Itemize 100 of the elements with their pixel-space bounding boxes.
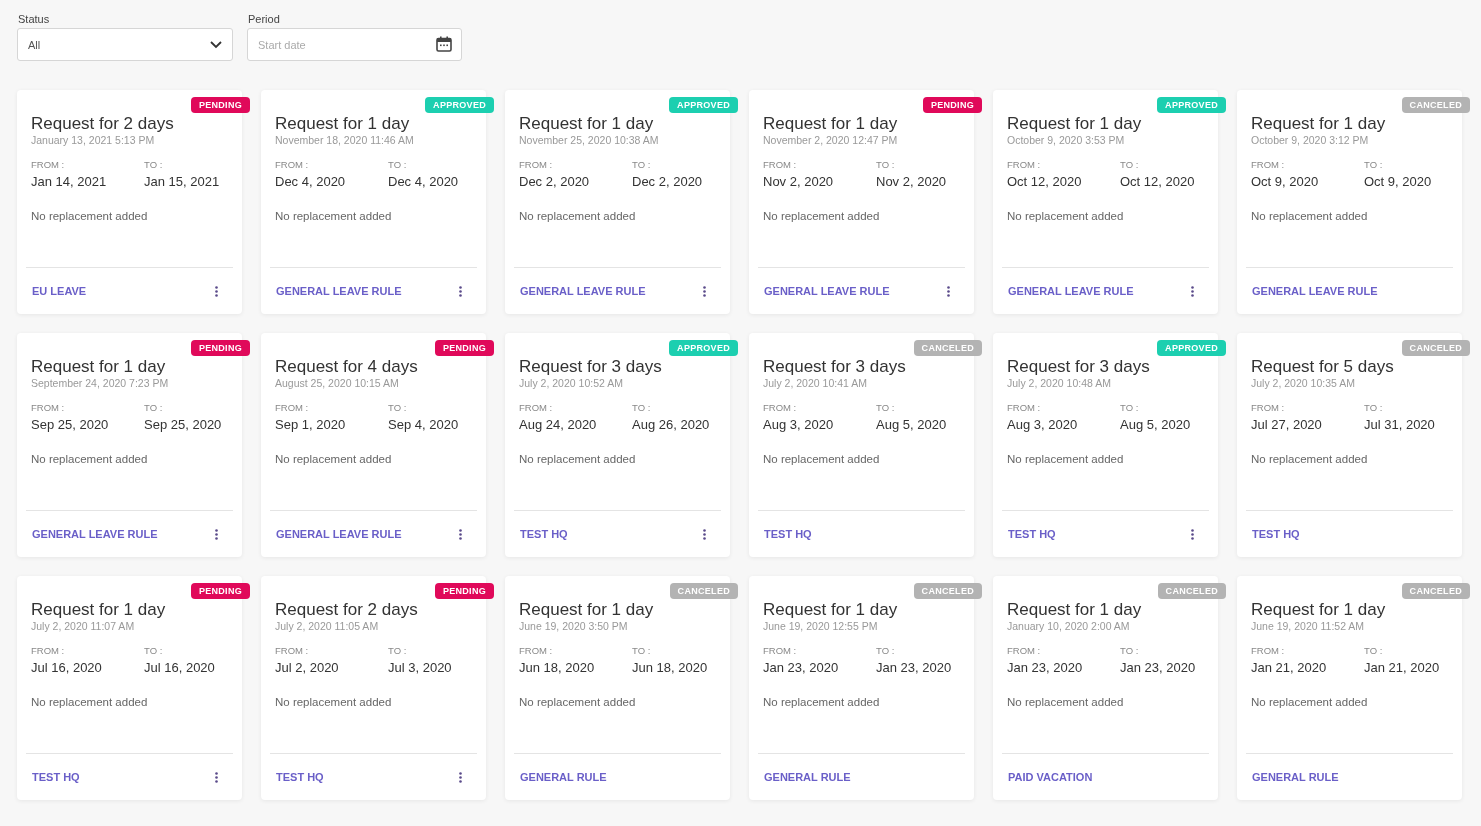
status-badge: APPROVED xyxy=(1157,97,1226,113)
more-options-icon[interactable] xyxy=(1191,528,1194,540)
request-title: Request for 2 days xyxy=(275,600,419,620)
more-options-icon[interactable] xyxy=(459,528,462,540)
leave-rule-link[interactable]: TEST HQ xyxy=(1008,528,1056,540)
more-options-icon[interactable] xyxy=(703,528,706,540)
status-badge: APPROVED xyxy=(425,97,494,113)
to-label: TO : xyxy=(1364,402,1384,413)
more-options-icon[interactable] xyxy=(1191,285,1194,297)
from-label: FROM : xyxy=(31,645,66,656)
more-options-icon[interactable] xyxy=(215,771,218,783)
from-date: Jan 23, 2020 xyxy=(763,660,840,675)
from-date: Sep 25, 2020 xyxy=(31,417,110,432)
from-label: FROM : xyxy=(763,645,798,656)
from-date: Jul 27, 2020 xyxy=(1251,417,1323,432)
to-label: TO : xyxy=(1364,645,1384,656)
created-date: November 2, 2020 12:47 PM xyxy=(763,134,899,146)
request-title: Request for 1 day xyxy=(31,357,167,377)
replacement-text: No replacement added xyxy=(275,210,393,222)
request-title: Request for 4 days xyxy=(275,357,419,377)
to-label: TO : xyxy=(388,645,408,656)
created-date: August 25, 2020 10:15 AM xyxy=(275,377,400,389)
request-title: Request for 1 day xyxy=(1007,114,1143,134)
replacement-text: No replacement added xyxy=(763,210,881,222)
chevron-down-icon xyxy=(210,40,222,49)
more-options-icon[interactable] xyxy=(947,285,950,297)
from-label: FROM : xyxy=(1007,159,1042,170)
from-label: FROM : xyxy=(275,402,310,413)
created-date: July 2, 2020 10:41 AM xyxy=(763,377,868,389)
start-date-field[interactable]: Start date xyxy=(247,28,462,61)
leave-rule-link[interactable]: TEST HQ xyxy=(1252,528,1300,540)
replacement-text: No replacement added xyxy=(275,453,393,465)
to-label: TO : xyxy=(876,402,896,413)
to-label: TO : xyxy=(1364,159,1384,170)
created-date: November 18, 2020 11:46 AM xyxy=(275,134,415,146)
request-title: Request for 1 day xyxy=(519,114,655,134)
from-date: Oct 12, 2020 xyxy=(1007,174,1083,189)
request-title: Request for 1 day xyxy=(519,600,655,620)
status-badge: APPROVED xyxy=(669,340,738,356)
more-options-icon[interactable] xyxy=(459,771,462,783)
from-date: Aug 3, 2020 xyxy=(1007,417,1079,432)
created-date: July 2, 2020 10:35 AM xyxy=(1251,377,1356,389)
created-date: November 25, 2020 10:38 AM xyxy=(519,134,660,146)
from-label: FROM : xyxy=(1007,645,1042,656)
from-label: FROM : xyxy=(1251,402,1286,413)
leave-rule-link[interactable]: GENERAL LEAVE RULE xyxy=(1008,285,1134,297)
to-label: TO : xyxy=(1120,645,1140,656)
from-label: FROM : xyxy=(1007,402,1042,413)
to-date: Aug 5, 2020 xyxy=(876,417,948,432)
calendar-icon[interactable] xyxy=(436,36,452,52)
leave-rule-link[interactable]: TEST HQ xyxy=(764,528,812,540)
leave-rule-link[interactable]: GENERAL LEAVE RULE xyxy=(276,528,402,540)
from-label: FROM : xyxy=(519,645,554,656)
status-dropdown[interactable]: All xyxy=(17,28,233,61)
more-options-icon[interactable] xyxy=(215,285,218,297)
created-date: October 9, 2020 3:12 PM xyxy=(1251,134,1370,146)
leave-rule-link[interactable]: GENERAL LEAVE RULE xyxy=(276,285,402,297)
leave-rule-link[interactable]: GENERAL LEAVE RULE xyxy=(1252,285,1378,297)
from-date: Sep 1, 2020 xyxy=(275,417,347,432)
created-date: July 2, 2020 10:52 AM xyxy=(519,377,624,389)
leave-rule-link[interactable]: EU LEAVE xyxy=(32,285,87,297)
to-date: Aug 26, 2020 xyxy=(632,417,711,432)
status-badge: CANCELED xyxy=(1401,583,1470,599)
request-title: Request for 2 days xyxy=(31,114,175,134)
from-label: FROM : xyxy=(31,402,66,413)
to-date: Jan 23, 2020 xyxy=(876,660,953,675)
to-date: Aug 5, 2020 xyxy=(1120,417,1192,432)
from-date: Jan 21, 2020 xyxy=(1251,660,1328,675)
to-label: TO : xyxy=(632,402,652,413)
from-label: FROM : xyxy=(763,402,798,413)
leave-rule-link[interactable]: PAID VACATION xyxy=(1008,771,1093,783)
from-label: FROM : xyxy=(1251,645,1286,656)
request-title: Request for 1 day xyxy=(31,600,167,620)
leave-rule-link[interactable]: GENERAL RULE xyxy=(520,771,607,783)
leave-rule-link[interactable]: GENERAL LEAVE RULE xyxy=(520,285,646,297)
to-date: Jul 3, 2020 xyxy=(388,660,453,675)
to-label: TO : xyxy=(144,159,164,170)
from-date: Dec 4, 2020 xyxy=(275,174,347,189)
replacement-text: No replacement added xyxy=(31,453,149,465)
created-date: June 19, 2020 12:55 PM xyxy=(763,620,879,632)
to-date: Jan 21, 2020 xyxy=(1364,660,1441,675)
status-badge: PENDING xyxy=(190,97,250,113)
created-date: July 2, 2020 10:48 AM xyxy=(1007,377,1112,389)
leave-rule-link[interactable]: GENERAL RULE xyxy=(1252,771,1339,783)
replacement-text: No replacement added xyxy=(1007,696,1125,708)
replacement-text: No replacement added xyxy=(519,453,637,465)
from-label: FROM : xyxy=(275,645,310,656)
leave-rule-link[interactable]: TEST HQ xyxy=(276,771,324,783)
more-options-icon[interactable] xyxy=(459,285,462,297)
created-date: January 13, 2021 5:13 PM xyxy=(31,134,156,146)
more-options-icon[interactable] xyxy=(703,285,706,297)
leave-rule-link[interactable]: GENERAL RULE xyxy=(764,771,851,783)
leave-rule-link[interactable]: GENERAL LEAVE RULE xyxy=(32,528,158,540)
replacement-text: No replacement added xyxy=(763,453,881,465)
more-options-icon[interactable] xyxy=(215,528,218,540)
replacement-text: No replacement added xyxy=(763,696,881,708)
leave-rule-link[interactable]: TEST HQ xyxy=(32,771,80,783)
leave-rule-link[interactable]: GENERAL LEAVE RULE xyxy=(764,285,890,297)
replacement-text: No replacement added xyxy=(275,696,393,708)
leave-rule-link[interactable]: TEST HQ xyxy=(520,528,568,540)
